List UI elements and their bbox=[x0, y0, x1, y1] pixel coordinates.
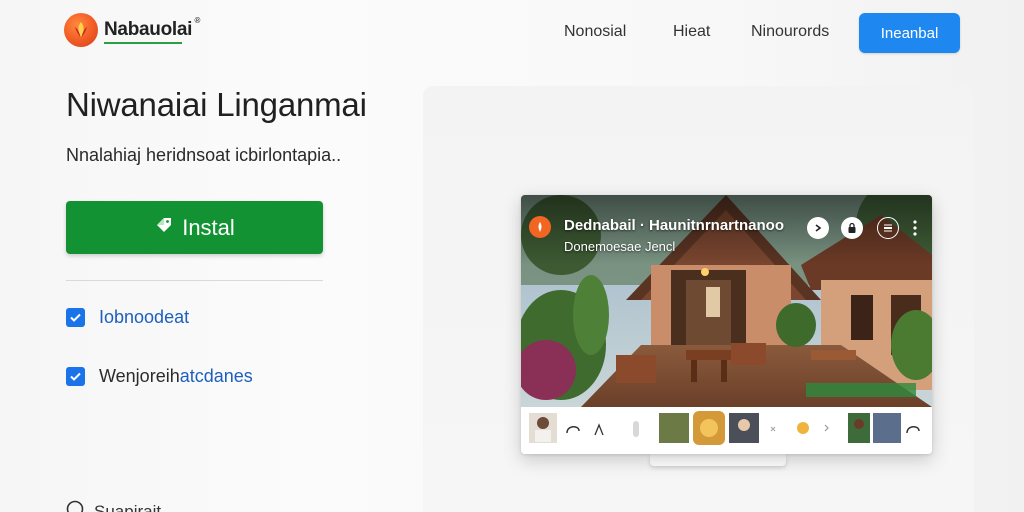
brand-name: Nabauolai ® bbox=[104, 16, 201, 44]
support-label: Suapirait bbox=[94, 501, 162, 512]
feature-label-1: Iobnoodeat bbox=[99, 307, 190, 327]
device-stand bbox=[650, 454, 786, 466]
tray-items bbox=[529, 411, 920, 445]
feature-label-2: Wenjoreihatcdanes bbox=[99, 366, 253, 387]
nav-item-3[interactable]: Ninourords bbox=[751, 23, 829, 41]
feature-label-2-accent: atcdanes bbox=[179, 366, 253, 386]
registered-mark: ® bbox=[194, 16, 201, 25]
brand-logo[interactable]: Nabauolai ® bbox=[64, 13, 201, 47]
top-header: Nabauolai ® Nonosial Hieat Ninourords In… bbox=[0, 0, 1024, 66]
header-cta-button[interactable]: Ineanbal bbox=[859, 13, 960, 53]
brand-mark-icon bbox=[64, 13, 98, 47]
install-button[interactable]: Instal bbox=[66, 201, 323, 254]
checkbox-checked-icon[interactable] bbox=[66, 367, 85, 386]
hero-subtitle: Nnalahiaj heridnsoat icbirlontapia.. bbox=[66, 145, 342, 165]
video-title[interactable]: Dednabail · Haunitnrnartnanoo bbox=[564, 217, 784, 234]
help-icon bbox=[66, 500, 84, 512]
divider bbox=[66, 280, 323, 281]
more-icon[interactable] bbox=[912, 217, 918, 239]
chat-icon bbox=[566, 426, 580, 434]
photo-thumbnail bbox=[873, 413, 901, 443]
settings-icon[interactable] bbox=[877, 217, 899, 239]
checkbox-checked-icon[interactable] bbox=[66, 308, 85, 327]
feature-label-2-prefix: Wenjoreih bbox=[99, 366, 180, 386]
feature-item-2: Wenjoreihatcdanes bbox=[66, 366, 253, 387]
arrow-icon bbox=[824, 424, 829, 432]
install-label: Instal bbox=[182, 214, 235, 240]
sun-icon bbox=[797, 422, 809, 434]
feature-item-1: Iobnoodeat bbox=[66, 307, 189, 328]
channel-avatar-icon[interactable] bbox=[529, 216, 551, 238]
video-subtitle: Donemoesae Jencl bbox=[564, 239, 676, 254]
hero-title: Niwanaiai Linganmai bbox=[66, 86, 367, 123]
preview-window: Dednabail · Haunitnrnartnanoo Donemoesae… bbox=[521, 195, 932, 454]
nav-item-2[interactable]: Hieat bbox=[673, 23, 710, 41]
chevron-icon[interactable] bbox=[807, 217, 829, 239]
support-link[interactable]: Suapirait bbox=[66, 500, 161, 512]
photo-thumbnail bbox=[659, 413, 689, 443]
share-icon bbox=[906, 426, 920, 434]
mic-icon bbox=[633, 421, 639, 437]
tag-icon bbox=[154, 215, 174, 241]
lock-icon[interactable] bbox=[841, 217, 863, 239]
close-icon bbox=[770, 426, 776, 432]
nav-item-1[interactable]: Nonosial bbox=[564, 23, 626, 41]
pin-icon bbox=[594, 423, 604, 436]
